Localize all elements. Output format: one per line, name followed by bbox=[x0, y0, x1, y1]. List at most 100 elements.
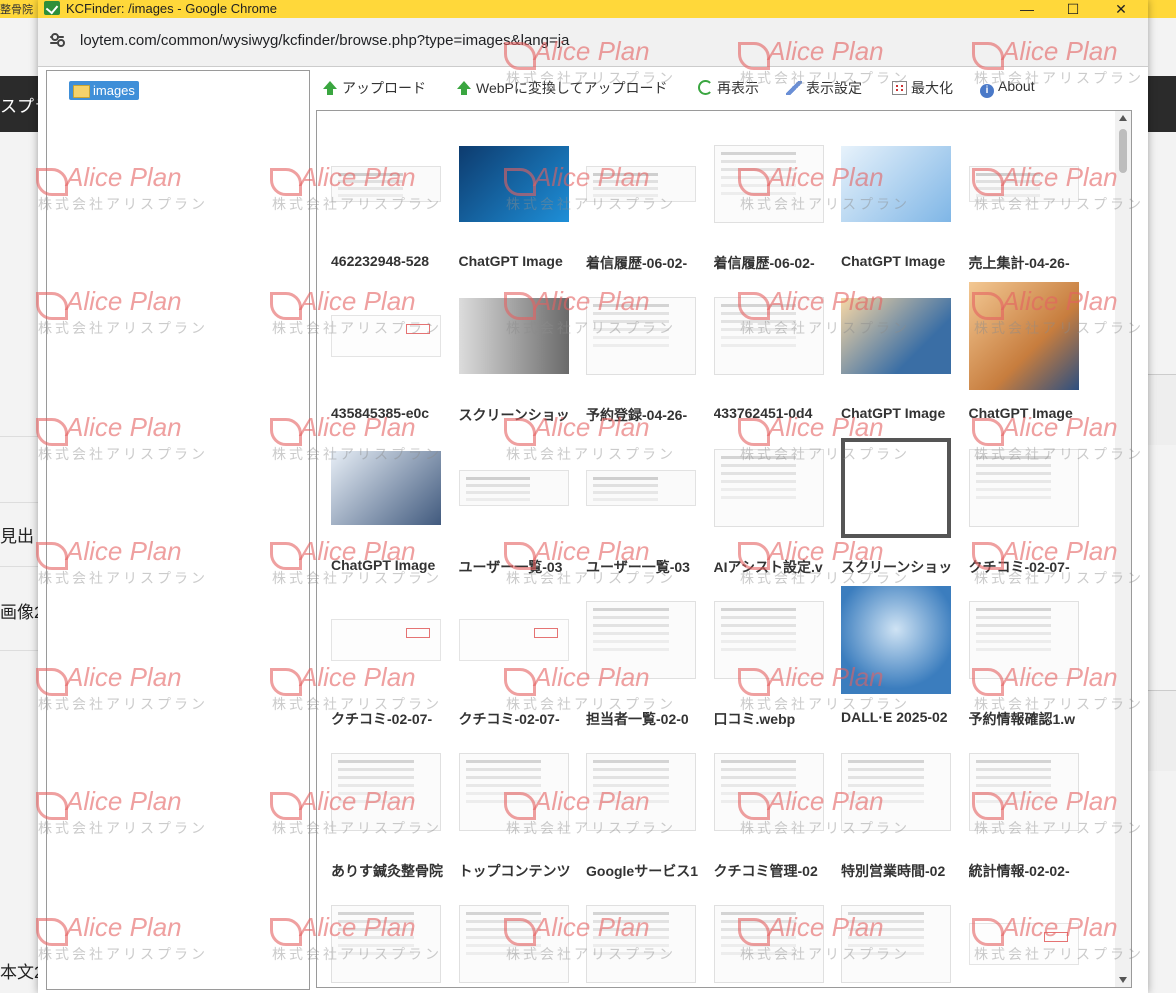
upload-arrow-icon bbox=[322, 81, 338, 95]
file-name: 435845385-e0c bbox=[331, 405, 430, 421]
file-item[interactable]: クチコミ管理-02 bbox=[713, 739, 832, 889]
scroll-up-arrow-icon[interactable] bbox=[1119, 115, 1127, 121]
thumbnail-image bbox=[458, 298, 569, 374]
thumbnail-image bbox=[713, 601, 824, 679]
thumbnail-image bbox=[713, 449, 824, 527]
thumbnail-image bbox=[713, 753, 824, 831]
file-name: クチコミ-02-07- bbox=[968, 559, 1070, 575]
toolbar: アップロード WebPに変換してアップロード 再表示 表示設定 最大化 i Abo… bbox=[312, 70, 1134, 106]
thumbnail-image bbox=[458, 905, 569, 983]
file-thumbnail bbox=[458, 899, 569, 987]
maximize-button[interactable]: 最大化 bbox=[892, 78, 953, 98]
file-item[interactable]: 着信履歴-06-02- bbox=[586, 131, 704, 281]
file-thumbnail bbox=[968, 595, 1079, 685]
file-item[interactable]: 着信履歴-06-02- bbox=[713, 131, 832, 281]
maximize-window-button[interactable]: ☐ bbox=[1050, 0, 1096, 18]
minimize-button[interactable]: — bbox=[1004, 0, 1050, 18]
thumbnail-image bbox=[331, 619, 441, 661]
file-thumbnail bbox=[586, 443, 696, 533]
file-item[interactable]: ChatGPT Image bbox=[331, 435, 449, 585]
file-item[interactable]: DALL·E 2025-02 bbox=[841, 586, 959, 737]
background-right-panel bbox=[1148, 374, 1176, 445]
file-name: 462232948-528 bbox=[331, 253, 430, 269]
file-item[interactable]: 433762451-0d4 bbox=[713, 283, 832, 433]
upload-label: アップロード bbox=[342, 80, 426, 96]
upload-button[interactable]: アップロード bbox=[322, 78, 426, 98]
file-item[interactable]: トップコンテンツ bbox=[458, 739, 577, 889]
webp-upload-button[interactable]: WebPに変換してアップロード bbox=[456, 78, 667, 98]
maximize-icon bbox=[892, 81, 907, 95]
file-item[interactable] bbox=[713, 891, 832, 987]
maximize-label: 最大化 bbox=[911, 80, 953, 96]
file-item[interactable]: 予約情報確認1.w bbox=[968, 587, 1087, 737]
file-item[interactable]: ChatGPT Image bbox=[841, 283, 959, 433]
file-item[interactable]: ユーザー一覧-03 bbox=[586, 435, 704, 585]
file-thumbnail bbox=[331, 899, 441, 987]
about-button[interactable]: i About bbox=[980, 78, 1035, 98]
scroll-down-arrow-icon[interactable] bbox=[1119, 977, 1127, 983]
file-item[interactable] bbox=[331, 891, 449, 987]
file-item[interactable]: 統計情報-02-02- bbox=[968, 739, 1087, 889]
file-item[interactable]: ありす鍼灸整骨院 bbox=[331, 739, 449, 889]
file-name: DALL·E 2025-02 bbox=[841, 709, 948, 725]
file-name: AIアシスト設定.v bbox=[713, 559, 823, 575]
file-item[interactable]: ChatGPT Image bbox=[968, 282, 1087, 433]
file-item[interactable]: 特別営業時間-02 bbox=[841, 739, 959, 889]
file-item[interactable]: 予約登録-04-26- bbox=[586, 283, 704, 433]
file-name: ありす鍼灸整骨院 bbox=[331, 863, 443, 879]
refresh-button[interactable]: 再表示 bbox=[698, 78, 759, 98]
file-item[interactable]: Googleサービス1 bbox=[586, 739, 704, 889]
file-item[interactable]: 435845385-e0c bbox=[331, 283, 449, 433]
file-item[interactable]: ChatGPT Image bbox=[458, 131, 577, 281]
file-name: ユーザー一覧-03 bbox=[458, 559, 563, 575]
file-item[interactable]: 売上集計-04-26- bbox=[968, 131, 1087, 281]
file-name: 433762451-0d4 bbox=[713, 405, 813, 421]
background-divider bbox=[0, 650, 40, 651]
file-item[interactable] bbox=[841, 891, 959, 987]
address-bar: loytem.com/common/wysiwyg/kcfinder/brows… bbox=[38, 18, 1148, 67]
thumbnail-image bbox=[331, 753, 441, 831]
file-item[interactable]: クチコミ-02-07- bbox=[331, 587, 449, 737]
file-item[interactable]: スクリーンショッ bbox=[841, 435, 959, 585]
url-text[interactable]: loytem.com/common/wysiwyg/kcfinder/brows… bbox=[80, 32, 569, 49]
settings-button[interactable]: 表示設定 bbox=[786, 78, 862, 98]
background-divider bbox=[0, 436, 40, 437]
file-item[interactable]: 担当者一覧-02-0 bbox=[586, 587, 704, 737]
background-divider bbox=[0, 566, 40, 567]
folder-label: images bbox=[93, 83, 135, 98]
thumbnail-image bbox=[586, 753, 696, 831]
file-item[interactable]: 462232948-528 bbox=[331, 131, 449, 281]
file-item[interactable]: ChatGPT Image bbox=[841, 131, 959, 281]
file-name: トップコンテンツ bbox=[458, 863, 571, 879]
file-thumbnail bbox=[968, 139, 1079, 229]
file-thumbnail bbox=[968, 443, 1079, 533]
file-thumbnail bbox=[458, 139, 569, 229]
file-thumbnail bbox=[331, 443, 441, 533]
thumbnail-image bbox=[968, 166, 1079, 202]
file-item[interactable] bbox=[968, 891, 1087, 987]
file-thumbnail bbox=[458, 595, 569, 685]
file-item[interactable]: クチコミ-02-07- bbox=[458, 587, 577, 737]
close-window-button[interactable]: ✕ bbox=[1098, 0, 1144, 18]
file-item[interactable] bbox=[586, 891, 704, 987]
site-info-icon[interactable] bbox=[50, 33, 65, 47]
file-name: クチコミ管理-02 bbox=[713, 863, 818, 879]
file-thumbnail bbox=[586, 291, 696, 381]
file-item[interactable]: スクリーンショッ bbox=[458, 283, 577, 433]
scrollbar[interactable] bbox=[1115, 111, 1131, 987]
file-item[interactable]: クチコミ-02-07- bbox=[968, 435, 1087, 585]
file-name: ユーザー一覧-03 bbox=[586, 559, 690, 575]
folder-item-images[interactable]: images bbox=[69, 81, 139, 100]
thumbnail-image bbox=[458, 146, 569, 222]
file-thumbnail bbox=[586, 139, 696, 229]
file-item[interactable]: ユーザー一覧-03 bbox=[458, 435, 577, 585]
window-title-bar: KCFinder: /images - Google Chrome — ☐ ✕ bbox=[38, 0, 1148, 18]
file-thumbnail bbox=[841, 438, 951, 538]
thumbnail-image bbox=[586, 166, 696, 202]
file-thumbnail bbox=[713, 291, 824, 381]
file-thumbnail bbox=[458, 291, 569, 381]
scrollbar-thumb[interactable] bbox=[1119, 129, 1127, 173]
file-item[interactable] bbox=[458, 891, 577, 987]
file-item[interactable]: 口コミ.webp bbox=[713, 587, 832, 737]
file-item[interactable]: AIアシスト設定.v bbox=[713, 435, 832, 585]
